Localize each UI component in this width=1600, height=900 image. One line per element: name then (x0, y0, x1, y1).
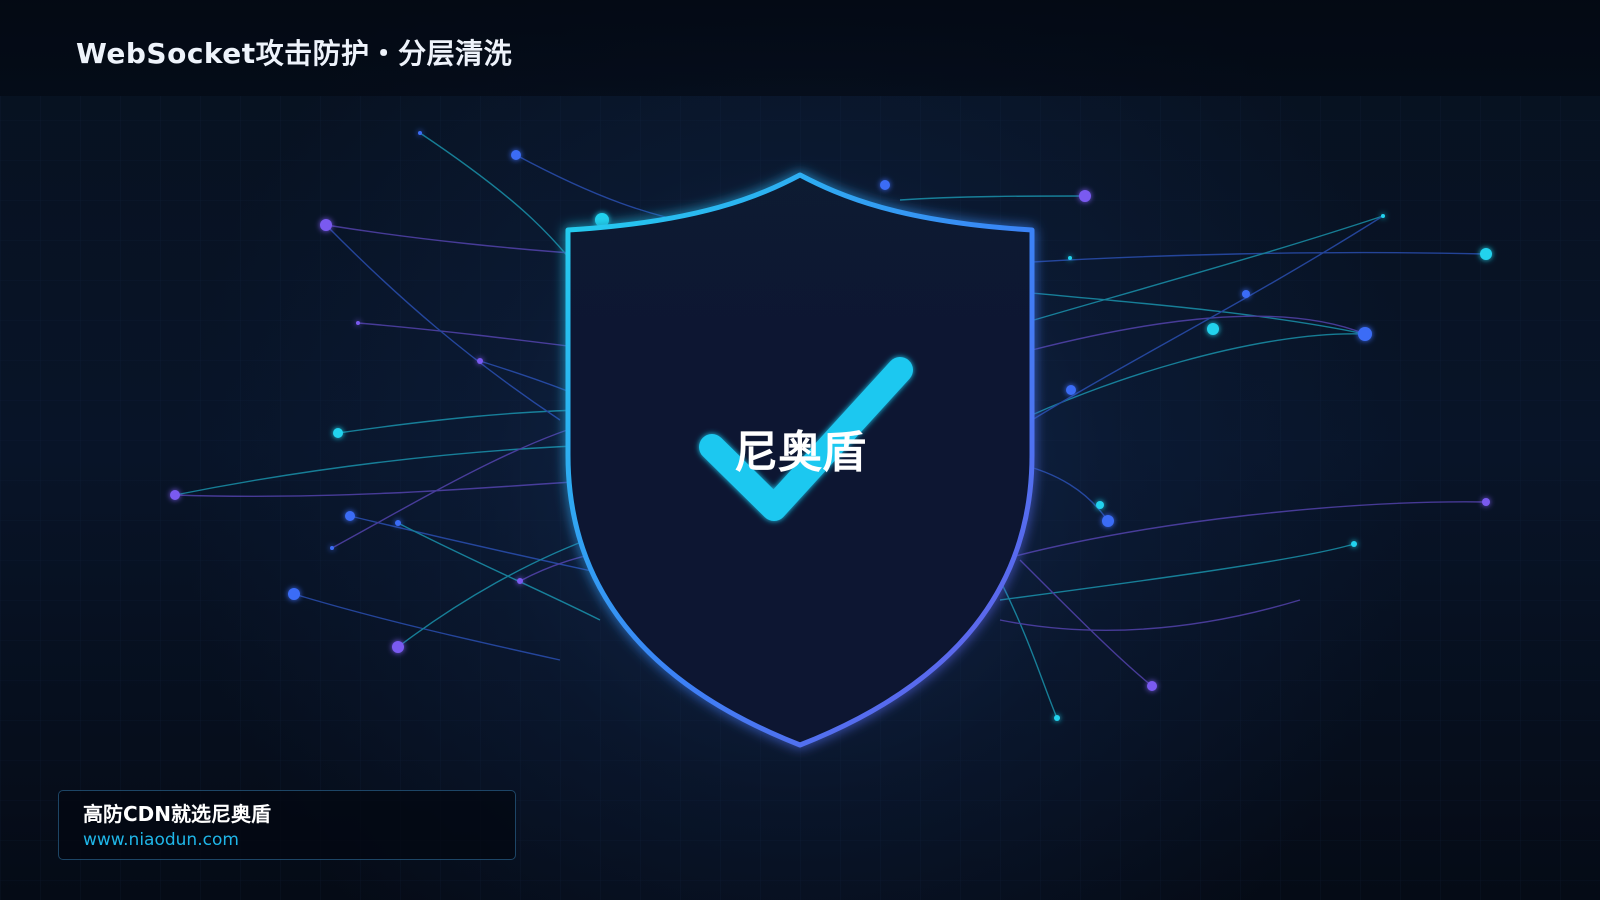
network-node (170, 490, 180, 500)
network-node (392, 641, 404, 653)
network-node (330, 546, 334, 550)
network-node (418, 131, 422, 135)
network-node (511, 150, 521, 160)
network-node (1381, 214, 1385, 218)
network-node (1207, 323, 1219, 335)
network-node (880, 180, 890, 190)
network-node (1480, 248, 1492, 260)
network-node (1102, 515, 1114, 527)
network-node (1066, 385, 1076, 395)
network-node (517, 578, 523, 584)
network-node (1147, 681, 1157, 691)
network-node (1068, 256, 1072, 260)
network-node (1079, 190, 1091, 202)
network-node (333, 428, 343, 438)
canvas: 尼奥盾 WebSocket攻击防护・分层清洗 高防CDN就选尼奥盾 www.ni… (0, 0, 1600, 900)
network-scene: 尼奥盾 (0, 96, 1600, 900)
brand-slogan: 高防CDN就选尼奥盾 (83, 802, 272, 826)
network-node (1054, 715, 1060, 721)
network-node (1482, 498, 1490, 506)
network-node (320, 219, 332, 231)
network-node (345, 511, 355, 521)
network-node (477, 358, 483, 364)
network-node (356, 321, 360, 325)
network-node (288, 588, 300, 600)
network-node (395, 520, 401, 526)
network-node (1351, 541, 1357, 547)
brand-card: 高防CDN就选尼奥盾 www.niaodun.com (58, 790, 516, 860)
network-node (1242, 290, 1250, 298)
brand-url-link[interactable]: www.niaodun.com (83, 827, 491, 853)
network-node (1358, 327, 1372, 341)
shield-label: 尼奥盾 (734, 427, 866, 478)
page-title: WebSocket攻击防护・分层清洗 (76, 37, 513, 70)
network-node (1096, 501, 1104, 509)
